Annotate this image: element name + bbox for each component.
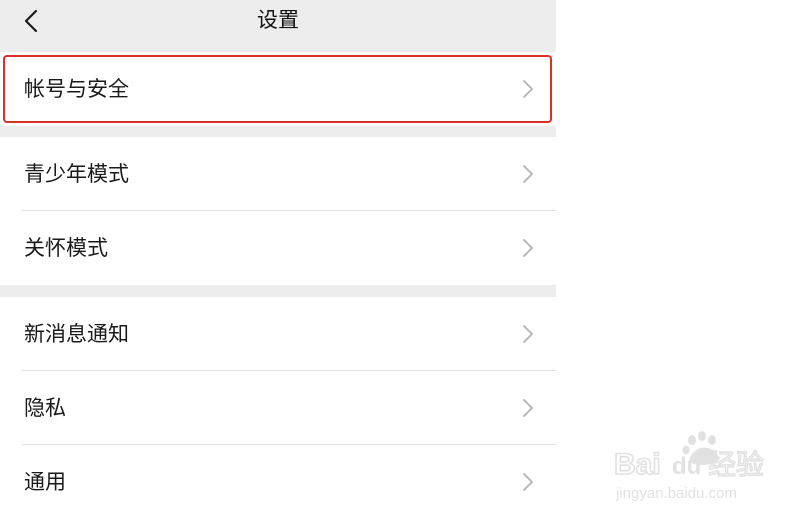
svg-text:du: du (672, 453, 701, 480)
page-title: 设置 (257, 8, 299, 32)
settings-item-notifications[interactable]: 新消息通知 (0, 297, 556, 371)
settings-item-care-mode[interactable]: 关怀模式 (0, 211, 556, 285)
chevron-right-icon (523, 165, 533, 183)
chevron-right-icon (523, 399, 533, 417)
settings-item-youth-mode[interactable]: 青少年模式 (0, 137, 556, 211)
chevron-right-icon (523, 239, 533, 257)
settings-item-label: 帐号与安全 (24, 77, 129, 101)
page: 设置 帐号与安全 青少年模式 关怀模式 新消息通知 隐私 通用 Bai du 经… (0, 0, 803, 519)
settings-item-label: 通用 (24, 470, 66, 494)
svg-text:经验: 经验 (708, 448, 764, 481)
settings-item-privacy[interactable]: 隐私 (0, 371, 556, 445)
settings-item-general[interactable]: 通用 (0, 445, 556, 519)
chevron-right-icon (523, 473, 533, 491)
settings-item-account-security[interactable]: 帐号与安全 (0, 52, 556, 126)
nav-bar: 设置 (0, 0, 556, 46)
settings-item-label: 新消息通知 (24, 322, 129, 346)
baidu-watermark-logo: Bai du 经验 jingyan.baidu.com (613, 431, 765, 502)
settings-screen: 设置 帐号与安全 青少年模式 关怀模式 新消息通知 隐私 通用 (0, 0, 556, 519)
chevron-right-icon (523, 80, 533, 98)
chevron-right-icon (523, 325, 533, 343)
settings-item-label: 关怀模式 (24, 236, 108, 260)
settings-item-label: 隐私 (24, 396, 66, 420)
svg-text:jingyan.baidu.com: jingyan.baidu.com (615, 485, 737, 502)
settings-item-label: 青少年模式 (24, 162, 129, 186)
svg-text:Bai: Bai (614, 448, 661, 481)
